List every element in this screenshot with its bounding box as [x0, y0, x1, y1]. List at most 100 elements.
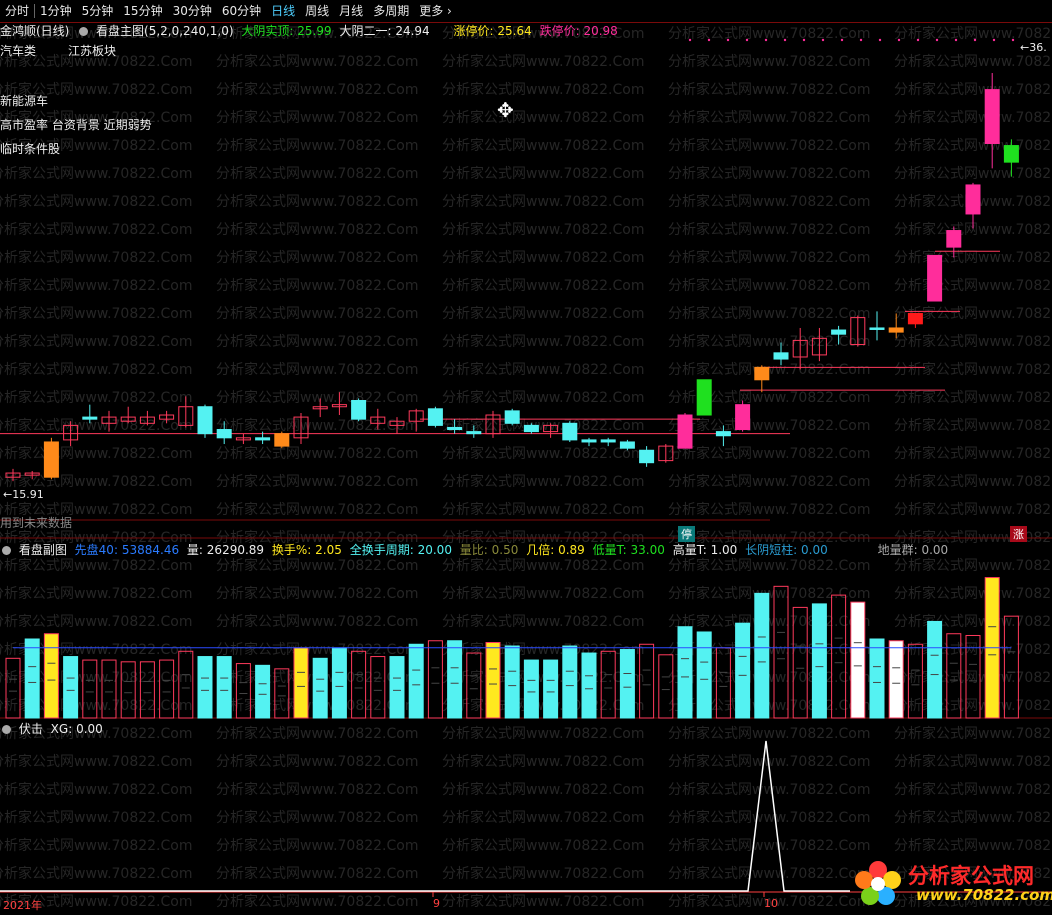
volume-bar — [408, 643, 424, 719]
watermark-text: 分析家公式网www.70822.Com — [0, 333, 192, 350]
watermark-text: 分析家公式网www.70822.Com — [894, 753, 1052, 770]
stock-name[interactable]: 金鸿顺(日线) — [0, 24, 69, 38]
watermark-text: 分析家公式网www.70822.Com — [894, 697, 1052, 714]
stop-badge: 停 — [678, 526, 695, 542]
axis-month-10: 10 — [764, 897, 778, 910]
vol-label: 量: — [186, 543, 203, 557]
marker-dot — [783, 38, 787, 42]
watermark-text: 分析家公式网www.70822.Com — [668, 501, 870, 518]
watermark-text: 分析家公式网www.70822.Com — [442, 837, 644, 854]
volume-bar — [696, 631, 712, 719]
watermark-text: 分析家公式网www.70822.Com — [442, 809, 644, 826]
bottom-panel-title[interactable]: 伏击 — [19, 722, 43, 736]
watermark-text: 分析家公式网www.70822.Com — [668, 81, 870, 98]
volume-bar — [927, 620, 943, 719]
high-vol-value: 1.00 — [710, 543, 738, 557]
marker-dot — [954, 38, 958, 42]
full-turn-value: 20.00 — [417, 543, 452, 557]
marker-dot — [973, 38, 977, 42]
marker-dot — [935, 38, 939, 42]
candle-body — [946, 230, 962, 248]
candle-body — [43, 441, 59, 478]
candle-body — [562, 422, 578, 441]
candle-body — [888, 327, 904, 333]
watermark-text: 分析家公式网www.70822.Com — [216, 53, 418, 70]
candle-body — [639, 449, 655, 464]
watermark-text: 分析家公式网www.70822.Com — [442, 137, 644, 154]
watermark-text: 分析家公式网www.70822.Com — [216, 753, 418, 770]
volume-bar — [427, 640, 443, 719]
volume-bar — [485, 642, 501, 719]
volume-bar — [331, 647, 347, 719]
main-indicator-name[interactable]: 看盘主图(5,2,0,240,1,0) — [96, 24, 234, 38]
volume-bar — [543, 659, 559, 719]
watermark-text: 分析家公式网www.70822.Com — [216, 445, 418, 462]
yin-two-label: 大阴二一: — [339, 24, 392, 38]
watermark-text: 分析家公式网www.70822.Com — [0, 249, 192, 266]
marker-dot — [764, 38, 768, 42]
candle-body — [965, 184, 981, 215]
watermark-text: 分析家公式网www.70822.Com — [894, 445, 1052, 462]
first-value: 53884.46 — [121, 543, 180, 557]
watermark-text: 分析家公式网www.70822.Com — [216, 557, 418, 574]
volume-bar — [735, 622, 751, 719]
candle-body — [1003, 145, 1019, 163]
watermark-text: 分析家公式网www.70822.Com — [442, 725, 644, 742]
flower-icon — [855, 861, 901, 905]
ratio-label: 量比: — [459, 543, 488, 557]
watermark-text: 分析家公式网www.70822.Com — [0, 585, 192, 602]
chart-canvas: 分析家公式网www.70822.Com 分析家公式网www.70822.Com 分析… — [0, 25, 1052, 910]
volume-bar — [43, 633, 59, 719]
high-vol-label: 高量T: — [672, 543, 707, 557]
watermark-text: 分析家公式网www.70822.Com — [668, 109, 870, 126]
watermark-text: 分析家公式网www.70822.Com — [216, 81, 418, 98]
turn-value: 2.05 — [315, 543, 342, 557]
watermark-text: 分析家公式网www.70822.Com — [442, 277, 644, 294]
watermark-text: 分析家公式网www.70822.Com — [0, 221, 192, 238]
watermark-text: 分析家公式网www.70822.Com — [442, 249, 644, 266]
watermark-text: 分析家公式网www.70822.Com — [442, 221, 644, 238]
watermark-text: 分析家公式网www.70822.Com — [894, 165, 1052, 182]
vol-value: 26290.89 — [206, 543, 265, 557]
volume-bar — [677, 626, 693, 719]
yin-two-value: 24.94 — [395, 24, 430, 38]
marker-dot — [897, 38, 901, 42]
gear-icon[interactable] — [2, 725, 11, 734]
gear-icon[interactable] — [79, 27, 89, 36]
watermark-text: 分析家公式网www.70822.Com — [668, 333, 870, 350]
sub-panel-title[interactable]: 看盘副图 — [19, 543, 67, 557]
times-value: 0.89 — [558, 543, 585, 557]
candle-body — [274, 433, 290, 447]
watermark-text: 分析家公式网www.70822.Com — [668, 25, 870, 42]
watermark-text: 分析家公式网www.70822.Com — [668, 137, 870, 154]
watermark-text: 分析家公式网www.70822.Com — [0, 193, 192, 210]
axis-month-9: 9 — [433, 897, 440, 910]
volume-bar — [888, 640, 904, 719]
ratio-value: 0.50 — [491, 543, 519, 557]
ground-value: 0.00 — [921, 543, 949, 557]
watermark-text: 分析家公式网www.70822.Com — [216, 781, 418, 798]
watermark-text: 分析家公式网www.70822.Com — [894, 781, 1052, 798]
watermark-text: 分析家公式网www.70822.Com — [668, 165, 870, 182]
marker-dot — [992, 38, 996, 42]
gear-icon[interactable] — [2, 546, 11, 555]
watermark-text: 分析家公式网www.70822.Com — [216, 137, 418, 154]
watermark-text: 分析家公式网www.70822.Com — [668, 837, 870, 854]
candle-body — [869, 327, 885, 330]
watermark-text: 分析家公式网www.70822.Com — [216, 165, 418, 182]
watermark-text: 分析家公式网www.70822.Com — [668, 557, 870, 574]
volume-bar — [523, 659, 539, 719]
watermark-text: 分析家公式网www.70822.Com — [216, 109, 418, 126]
candle-body — [927, 254, 943, 302]
volume-bar — [581, 652, 597, 719]
watermark-text: 分析家公式网www.70822.Com — [894, 837, 1052, 854]
watermark-text: 分析家公式网www.70822.Com — [668, 445, 870, 462]
volume-bar — [255, 664, 271, 719]
watermark-text: 分析家公式网www.70822.Com — [668, 221, 870, 238]
marker-dot — [916, 38, 920, 42]
limit-down-label: 跌停价: — [539, 24, 580, 38]
axis-year: 2021年 — [3, 899, 42, 912]
watermark-text: 分析家公式网www.70822.Com — [216, 333, 418, 350]
watermark-text: 分析家公式网www.70822.Com — [216, 249, 418, 266]
low-vol-label: 低量T: — [592, 543, 627, 557]
